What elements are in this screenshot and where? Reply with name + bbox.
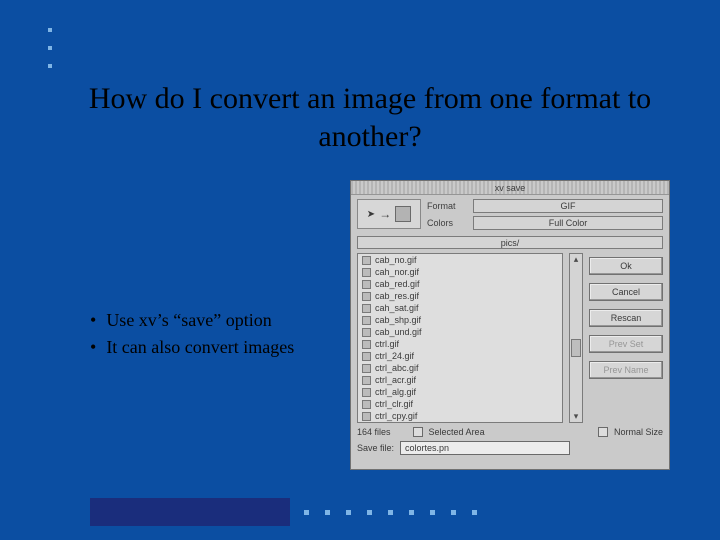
- disk-icon: [395, 206, 411, 222]
- prev-name-label: Prev Name: [603, 365, 648, 375]
- bullet-icon: •: [90, 310, 96, 331]
- selected-area-checkbox[interactable]: [413, 427, 423, 437]
- file-name: ctrl_cpy.gif: [375, 411, 417, 421]
- ok-button[interactable]: Ok: [589, 257, 663, 275]
- window-title: xv save: [495, 183, 526, 193]
- list-item[interactable]: ctrl_acr.gif: [358, 374, 562, 386]
- bullet-icon: •: [90, 337, 96, 358]
- file-name: cah_nor.gif: [375, 267, 419, 277]
- selected-area-label: Selected Area: [429, 427, 485, 437]
- file-icon: [362, 400, 371, 409]
- list-item[interactable]: ctrl.gif: [358, 338, 562, 350]
- scroll-up-icon[interactable]: ▴: [574, 254, 579, 265]
- scroll-thumb[interactable]: [571, 339, 581, 357]
- list-item[interactable]: cab_und.gif: [358, 326, 562, 338]
- window-titlebar: xv save: [351, 181, 669, 195]
- format-label: Format: [427, 201, 469, 211]
- file-icon: [362, 292, 371, 301]
- list-item[interactable]: ctrl_cpy.gif: [358, 410, 562, 422]
- file-name: cab_und.gif: [375, 327, 422, 337]
- list-item[interactable]: ctrl_24.gif: [358, 350, 562, 362]
- save-file-input[interactable]: colortes.pn: [400, 441, 570, 455]
- path-dropdown[interactable]: pics/: [357, 236, 663, 249]
- decoration-bar: [90, 498, 290, 526]
- list-item[interactable]: cab_red.gif: [358, 278, 562, 290]
- scroll-down-icon[interactable]: ▾: [574, 411, 579, 422]
- save-file-value: colortes.pn: [405, 443, 449, 453]
- file-count-label: 164 files: [357, 427, 391, 437]
- list-item[interactable]: cah_nor.gif: [358, 266, 562, 278]
- file-list[interactable]: cab_no.gif cah_nor.gif cab_red.gif cab_r…: [357, 253, 563, 423]
- file-icon: [362, 328, 371, 337]
- file-icon: [362, 256, 371, 265]
- decoration-bottom: [90, 498, 493, 526]
- file-icon: [362, 352, 371, 361]
- file-name: ctrl_abc.gif: [375, 363, 419, 373]
- scrollbar[interactable]: ▴ ▾: [569, 253, 583, 423]
- file-name: ctrl_alg.gif: [375, 387, 416, 397]
- decoration-dots-top-left: [48, 28, 52, 82]
- list-item[interactable]: cab_res.gif: [358, 290, 562, 302]
- file-name: cab_no.gif: [375, 255, 417, 265]
- xv-save-dialog: xv save ➤ → Format GIF Colors Full Color…: [350, 180, 670, 470]
- file-name: ctrl.gif: [375, 339, 399, 349]
- normal-size-checkbox[interactable]: [598, 427, 608, 437]
- list-item[interactable]: cab_no.gif: [358, 254, 562, 266]
- path-value: pics/: [501, 238, 520, 248]
- file-name: cab_res.gif: [375, 291, 419, 301]
- file-name: cah_sat.gif: [375, 303, 419, 313]
- arrow-right-icon: →: [379, 207, 391, 221]
- prev-set-label: Prev Set: [609, 339, 644, 349]
- list-item[interactable]: cab_shp.gif: [358, 314, 562, 326]
- cancel-label: Cancel: [612, 287, 640, 297]
- file-name: ctrl_acr.gif: [375, 375, 416, 385]
- file-name: cab_shp.gif: [375, 315, 421, 325]
- list-item[interactable]: cah_sat.gif: [358, 302, 562, 314]
- format-value: GIF: [561, 201, 576, 211]
- slide-title: How do I convert an image from one forma…: [80, 80, 660, 155]
- file-icon: [362, 376, 371, 385]
- fish-icon: ➤: [367, 209, 375, 220]
- colors-dropdown[interactable]: Full Color: [473, 216, 663, 230]
- rescan-label: Rescan: [611, 313, 642, 323]
- colors-value: Full Color: [549, 218, 588, 228]
- file-icon: [362, 364, 371, 373]
- list-item[interactable]: ctrl_alg.gif: [358, 386, 562, 398]
- file-icon: [362, 412, 371, 421]
- file-icon: [362, 388, 371, 397]
- file-name: cab_red.gif: [375, 279, 420, 289]
- decoration-dots-bottom: [304, 510, 493, 515]
- prev-set-button[interactable]: Prev Set: [589, 335, 663, 353]
- ok-label: Ok: [620, 261, 632, 271]
- file-icon: [362, 268, 371, 277]
- format-dropdown[interactable]: GIF: [473, 199, 663, 213]
- file-name: ctrl_24.gif: [375, 351, 414, 361]
- rescan-button[interactable]: Rescan: [589, 309, 663, 327]
- bullet-list: • Use xv’s “save” option • It can also c…: [90, 310, 294, 364]
- file-icon: [362, 304, 371, 313]
- file-name: ctrl_clr.gif: [375, 399, 413, 409]
- file-icon: [362, 340, 371, 349]
- file-icon: [362, 280, 371, 289]
- colors-label: Colors: [427, 218, 469, 228]
- list-item[interactable]: ctrl_abc.gif: [358, 362, 562, 374]
- prev-name-button[interactable]: Prev Name: [589, 361, 663, 379]
- normal-size-label: Normal Size: [614, 427, 663, 437]
- save-file-label: Save file:: [357, 443, 394, 453]
- bullet-text: Use xv’s “save” option: [106, 310, 271, 331]
- bullet-item: • It can also convert images: [90, 337, 294, 358]
- bullet-item: • Use xv’s “save” option: [90, 310, 294, 331]
- list-item[interactable]: ctrl_clr.gif: [358, 398, 562, 410]
- thumbnail-preview: ➤ →: [357, 199, 421, 229]
- bullet-text: It can also convert images: [106, 337, 294, 358]
- file-icon: [362, 316, 371, 325]
- cancel-button[interactable]: Cancel: [589, 283, 663, 301]
